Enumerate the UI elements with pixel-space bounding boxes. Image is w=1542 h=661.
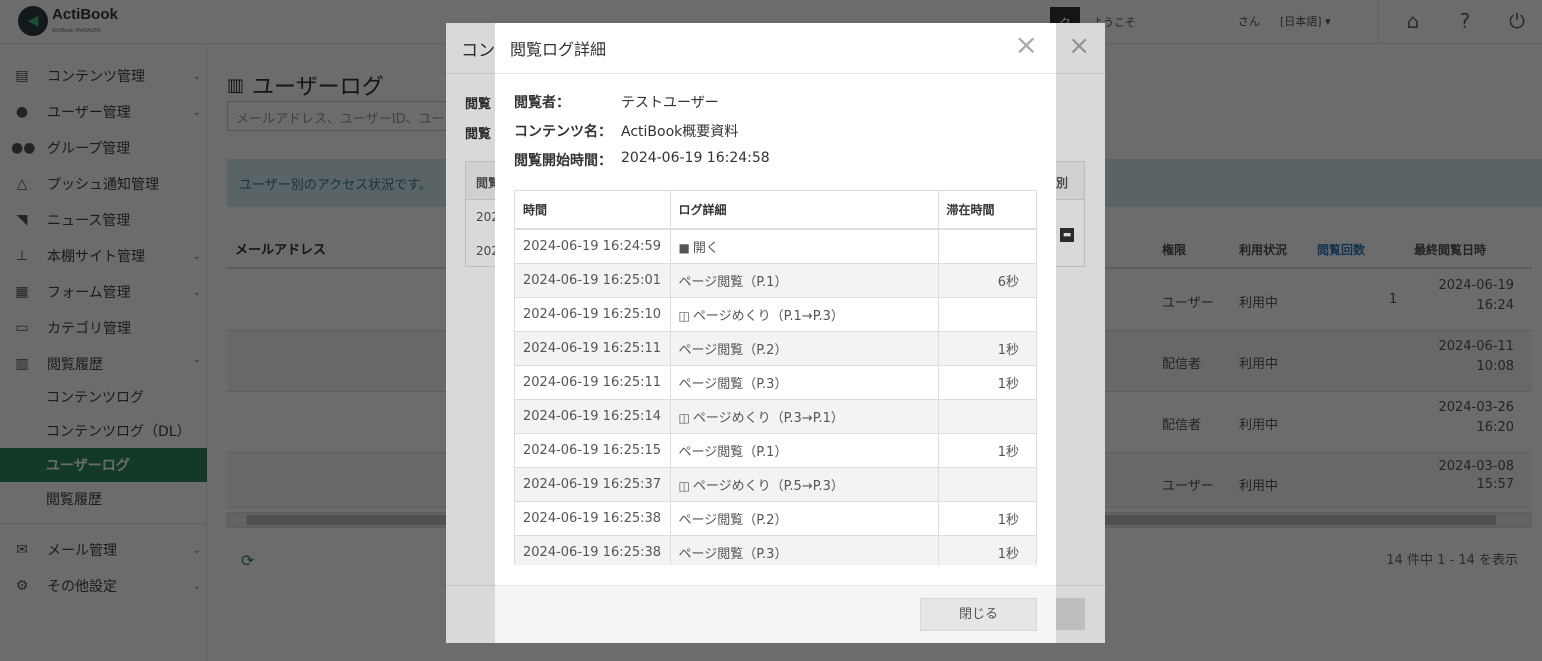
log-time: 2024-06-19 16:25:11 (515, 331, 671, 366)
viewer-value: テストユーザー (621, 95, 719, 111)
table-row: 2024-06-19 16:24:59 ■ 開く (515, 229, 1036, 264)
table-row: 2024-06-19 16:25:11 ページ閲覧（P.3） 1秒 (515, 365, 1036, 400)
column-header-stay: 滞在時間 (938, 191, 1036, 230)
log-detail: ページ閲覧（P.2） (670, 331, 939, 366)
log-time: 2024-06-19 16:25:01 (515, 263, 671, 298)
log-time: 2024-06-19 16:25:11 (515, 365, 671, 400)
table-row: 2024-06-19 16:25:37 ◫ ページめくり（P.5→P.3） (515, 467, 1036, 502)
table-row: 2024-06-19 16:25:38 ページ閲覧（P.3） 1秒 (515, 535, 1036, 565)
log-table-scroll[interactable]: 時間 ログ詳細 滞在時間 2024-06-19 16:24:59 ■ 開く 202… (514, 190, 1037, 565)
log-stay: 6秒 (938, 263, 1036, 298)
log-detail: ページめくり（P.1→P.3） (692, 308, 844, 324)
log-time: 2024-06-19 16:25:38 (515, 501, 671, 536)
table-row: 2024-06-19 16:25:14 ◫ ページめくり（P.3→P.1） (515, 399, 1036, 434)
log-detail: 開く (692, 240, 719, 256)
log-time: 2024-06-19 16:25:38 (515, 535, 671, 565)
log-detail: ページ閲覧（P.1） (670, 263, 939, 298)
log-stay: 1秒 (938, 331, 1036, 366)
table-row: 2024-06-19 16:25:15 ページ閲覧（P.1） 1秒 (515, 433, 1036, 468)
log-detail: ページ閲覧（P.3） (670, 535, 939, 565)
column-header-detail: ログ詳細 (670, 191, 939, 230)
table-row: 2024-06-19 16:25:10 ◫ ページめくり（P.1→P.3） (515, 297, 1036, 332)
viewer-label: 閲覧者： (514, 95, 570, 111)
table-row: 2024-06-19 16:25:11 ページ閲覧（P.2） 1秒 (515, 331, 1036, 366)
start-time-row: 閲覧開始時間： 2024-06-19 16:24:58 (514, 150, 770, 170)
close-button[interactable]: 閉じる (920, 598, 1037, 631)
dialog-footer: 閉じる (495, 585, 1056, 643)
log-detail: ページ閲覧（P.1） (670, 433, 939, 468)
log-stay (938, 467, 1036, 502)
dialog-title: 閲覧ログ詳細 (510, 40, 607, 59)
table-row: 2024-06-19 16:25:38 ページ閲覧（P.2） 1秒 (515, 501, 1036, 536)
log-stay: 1秒 (938, 535, 1036, 565)
log-detail: ページ閲覧（P.3） (670, 365, 939, 400)
log-stay (938, 399, 1036, 434)
start-time-value: 2024-06-19 16:24:58 (621, 150, 770, 166)
content-row: コンテンツ名： ActiBook概要資料 (514, 121, 738, 141)
table-header-row: 時間 ログ詳細 滞在時間 (515, 191, 1036, 230)
book-icon: ■ (678, 240, 690, 255)
viewer-row: 閲覧者： テストユーザー (514, 92, 719, 112)
log-detail: ページめくり（P.5→P.3） (692, 478, 844, 494)
log-table: 時間 ログ詳細 滞在時間 2024-06-19 16:24:59 ■ 開く 202… (515, 191, 1036, 565)
log-stay: 1秒 (938, 501, 1036, 536)
content-value: ActiBook概要資料 (621, 124, 739, 140)
log-stay: 1秒 (938, 433, 1036, 468)
start-time-label: 閲覧開始時間： (514, 153, 612, 169)
close-icon[interactable]: × (1015, 30, 1038, 60)
page-flip-icon: ◫ (678, 308, 690, 323)
log-time: 2024-06-19 16:24:59 (515, 229, 671, 264)
page-flip-icon: ◫ (678, 410, 690, 425)
log-time: 2024-06-19 16:25:14 (515, 399, 671, 434)
log-time: 2024-06-19 16:25:10 (515, 297, 671, 332)
divider (495, 73, 1056, 74)
log-detail-dialog: 閲覧ログ詳細 × 閲覧者： テストユーザー コンテンツ名： ActiBook概要… (495, 23, 1056, 643)
log-stay: 1秒 (938, 365, 1036, 400)
log-time: 2024-06-19 16:25:15 (515, 433, 671, 468)
log-time: 2024-06-19 16:25:37 (515, 467, 671, 502)
log-stay (938, 297, 1036, 332)
page-flip-icon: ◫ (678, 478, 690, 493)
log-detail: ページめくり（P.3→P.1） (692, 410, 844, 426)
column-header-time: 時間 (515, 191, 671, 230)
table-row: 2024-06-19 16:25:01 ページ閲覧（P.1） 6秒 (515, 263, 1036, 298)
content-label: コンテンツ名： (514, 124, 612, 140)
log-stay (938, 229, 1036, 264)
log-detail: ページ閲覧（P.2） (670, 501, 939, 536)
